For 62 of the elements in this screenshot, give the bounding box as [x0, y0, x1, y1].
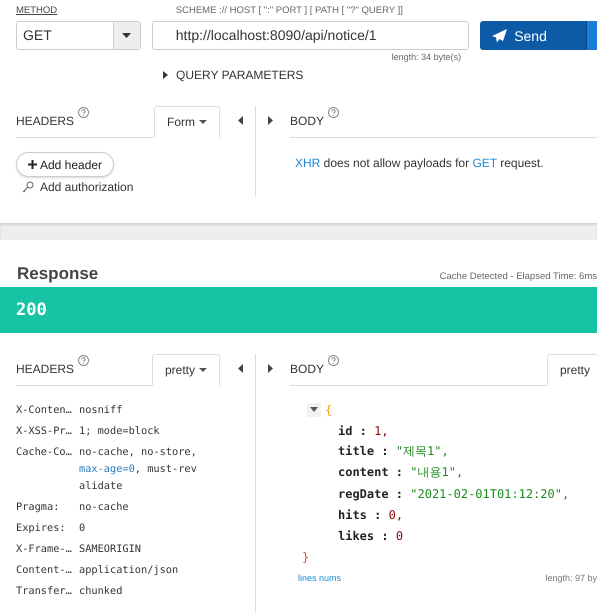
header-value: chunked — [79, 584, 124, 599]
send-button[interactable]: Send — [480, 21, 586, 50]
send-icon — [492, 28, 508, 42]
header-name: X-Conten… — [16, 403, 73, 418]
help-icon — [328, 107, 340, 118]
query-parameters-toggle[interactable]: QUERY PARAMETERS — [163, 68, 304, 82]
json-brace: } — [302, 550, 310, 564]
json-property: hits : 0, — [338, 508, 404, 522]
header-value: nosniff — [79, 403, 124, 418]
header-value: application/json — [79, 563, 180, 578]
header-name: X-XSS-Pr… — [16, 424, 73, 439]
header-name: Expires: — [16, 521, 67, 536]
method-label: METHOD — [16, 4, 58, 18]
json-brace: { — [325, 402, 332, 416]
caret-down-icon — [122, 33, 132, 38]
link[interactable]: GET — [472, 156, 497, 170]
headers-title: HEADERS — [16, 114, 74, 130]
json-property: regDate : "2021-02-01T01:12:20", — [338, 486, 570, 500]
link[interactable]: XHR — [295, 156, 320, 170]
url-length-text: length: 34 byte(s) — [392, 52, 462, 62]
method-select[interactable]: GET — [16, 21, 141, 50]
header-value: no-cache — [79, 500, 130, 515]
collapse-left-icon[interactable] — [238, 364, 242, 373]
header-name: Transfer… — [16, 584, 73, 599]
caret-down-icon — [199, 368, 207, 372]
caret-down-icon[interactable] — [310, 407, 318, 412]
json-property: content : "내용1", — [338, 464, 464, 481]
header-value: 0 — [79, 521, 86, 536]
header-name: X-Frame-… — [16, 542, 73, 557]
status-code: 200 — [16, 300, 47, 320]
json-property: likes : 0 — [338, 528, 404, 542]
format-dropdown[interactable]: pretty — [546, 354, 597, 386]
collapse-left-icon[interactable] — [238, 116, 242, 125]
headers-title: HEADERS — [16, 362, 74, 378]
url-format-label: SCHEME :// HOST [ ":" PORT ] [ PATH [ "?" QUERY ]] — [174, 4, 404, 18]
line-numbers-link[interactable]: lines nums — [298, 573, 342, 583]
expand-right-icon[interactable] — [268, 116, 272, 125]
format-dropdown[interactable]: pretty — [152, 354, 220, 386]
url-field[interactable]: http://localhost:8090/api/notice/1 — [152, 21, 470, 50]
json-property: id : 1, — [338, 424, 389, 438]
header-name: Cache-Co… — [16, 445, 73, 460]
body-length-text: length: 97 by — [545, 573, 597, 583]
body-title: BODY — [290, 362, 324, 378]
format-dropdown[interactable]: Form — [154, 106, 220, 138]
payload-message: XHR does not allow payloads for GET request. — [295, 156, 545, 170]
timing-text: Cache Detected - Elapsed Time: 6ms — [440, 271, 597, 284]
add-header-button[interactable]: Add header — [16, 152, 114, 177]
header-name: Content-… — [16, 563, 73, 578]
body-title: BODY — [290, 114, 324, 130]
add-authorization-link[interactable]: Add authorization — [40, 180, 134, 194]
help-icon — [78, 355, 90, 366]
key-icon — [22, 181, 34, 193]
json-property: title : "제목1", — [338, 443, 449, 460]
plus-icon — [28, 160, 37, 169]
help-icon — [328, 355, 340, 366]
header-name: Pragma: — [16, 500, 60, 515]
header-value: SAMEORIGIN — [79, 542, 142, 557]
help-icon — [78, 107, 90, 118]
header-value: 1; mode=block — [79, 424, 161, 439]
expand-right-icon[interactable] — [268, 364, 272, 373]
response-title: Response — [17, 264, 98, 285]
caret-down-icon — [199, 120, 207, 124]
